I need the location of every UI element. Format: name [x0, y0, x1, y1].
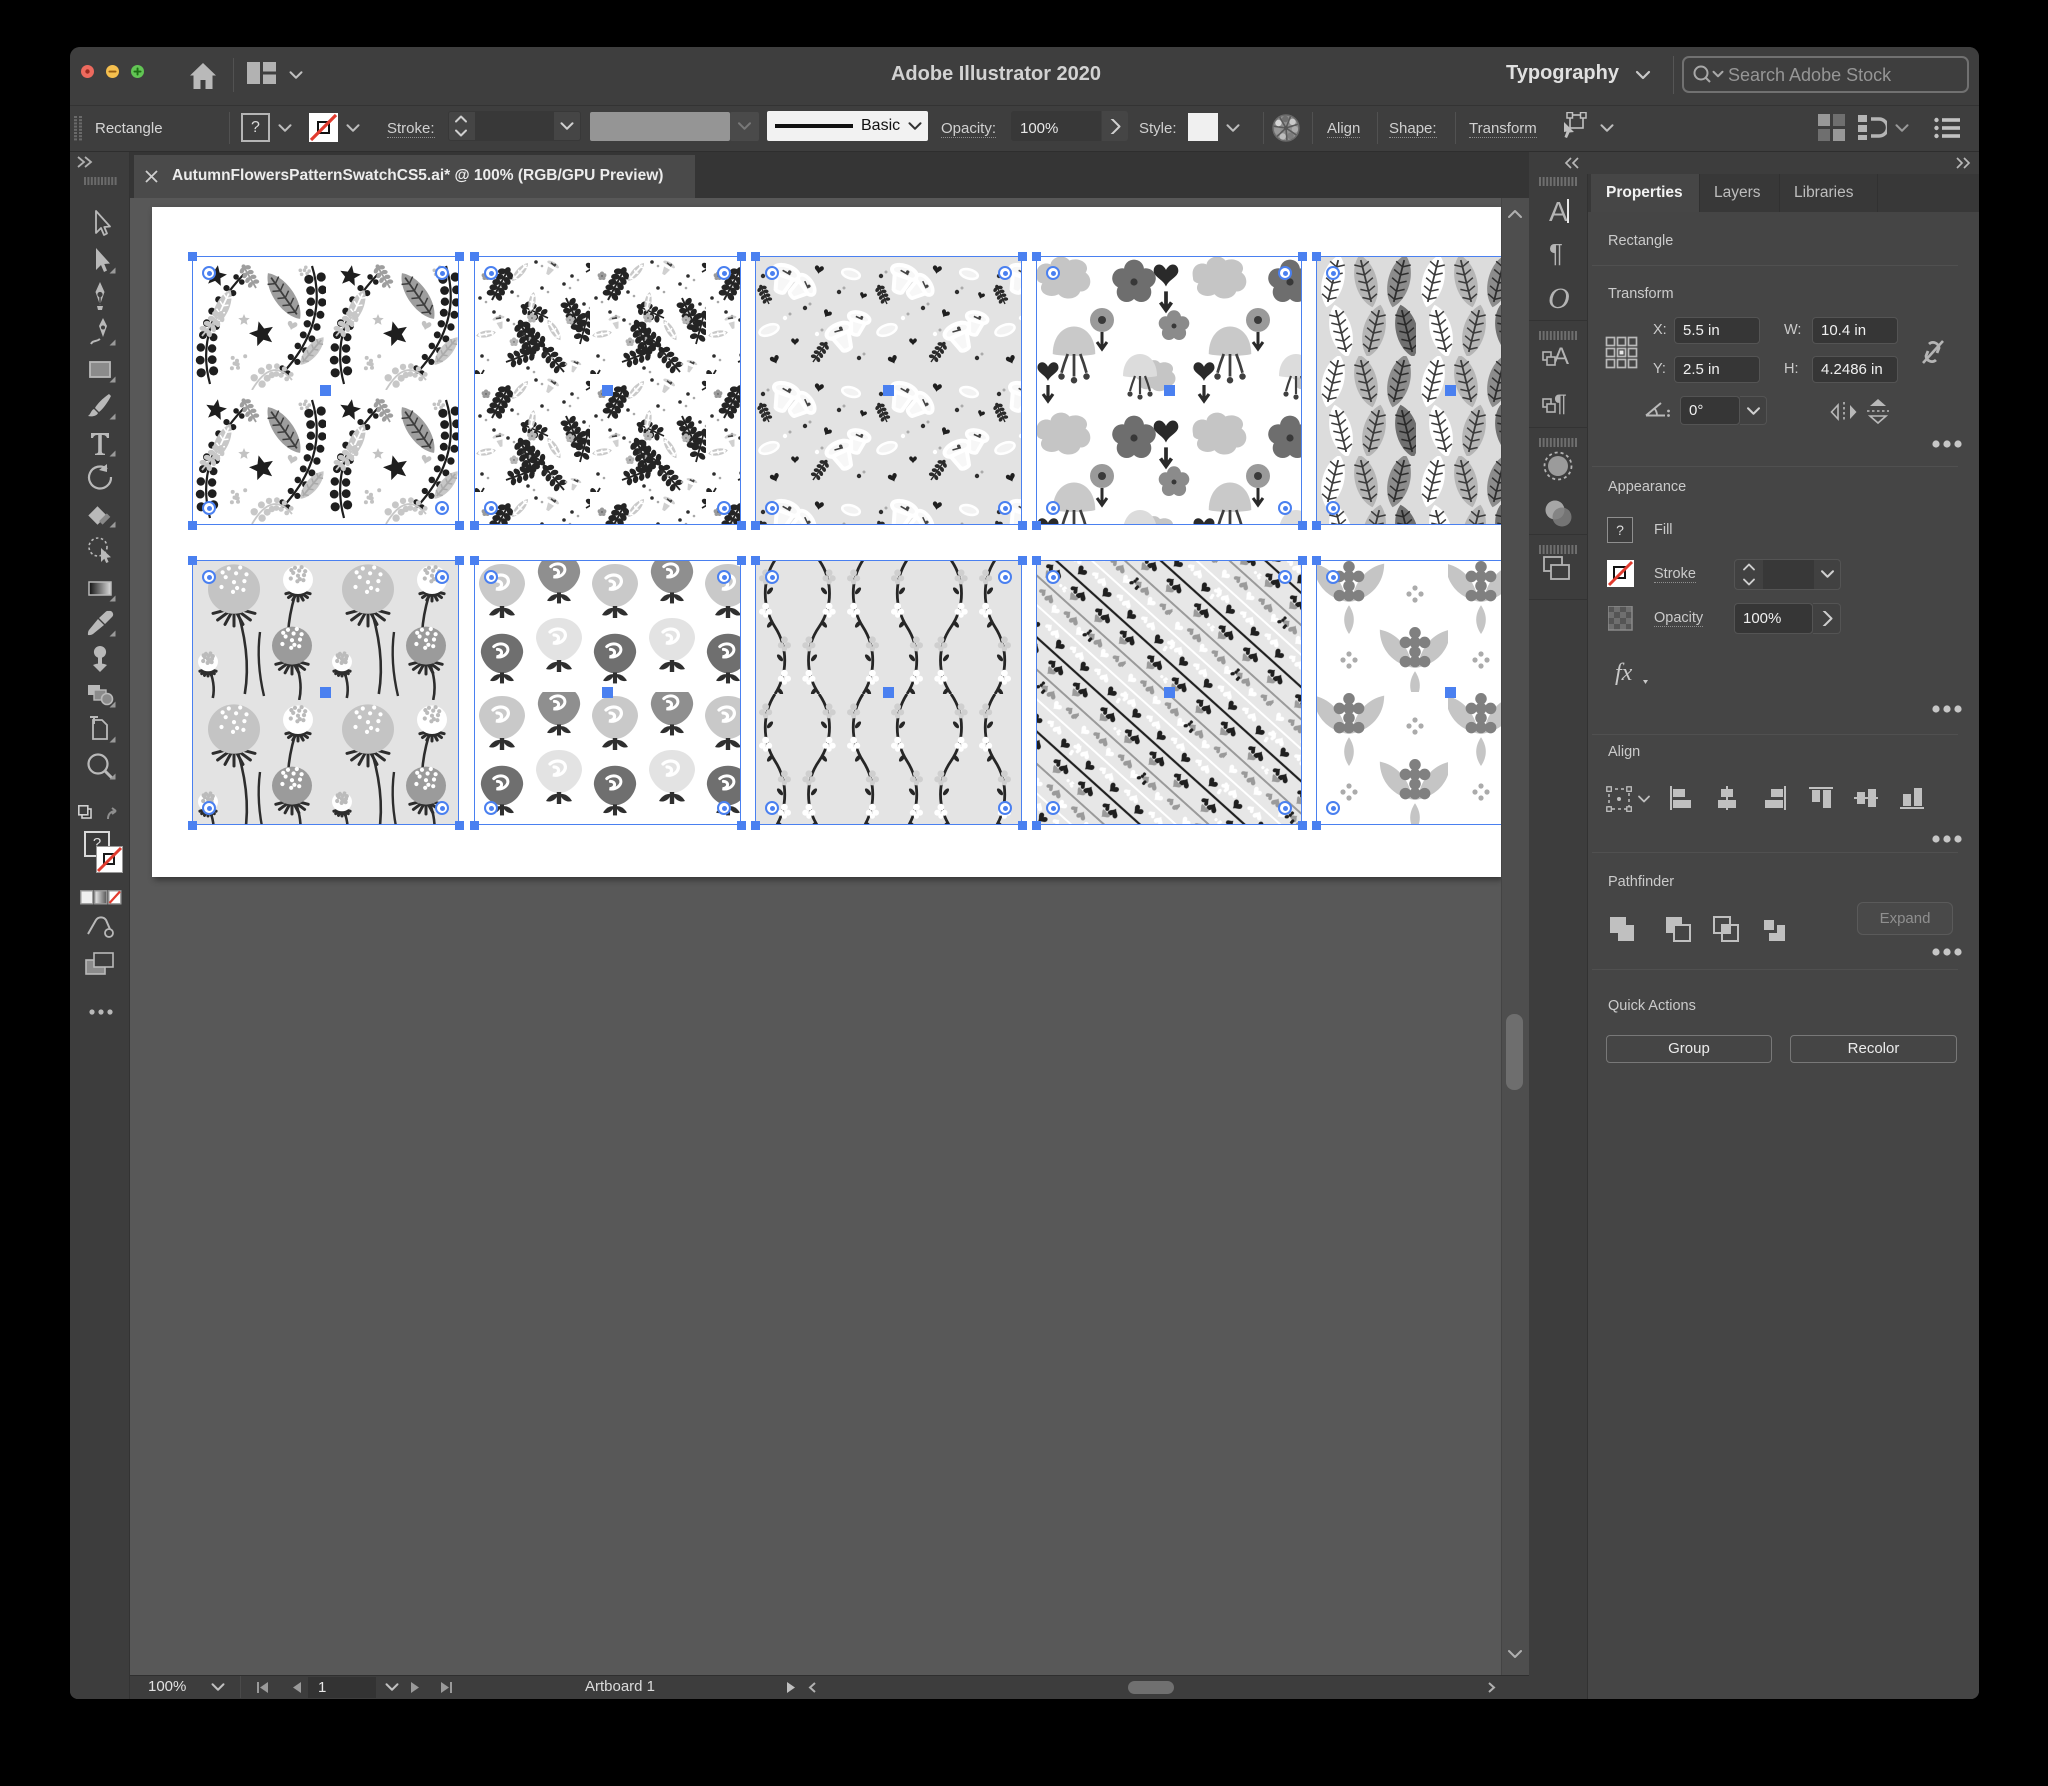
svg-text:fx: fx	[1615, 660, 1633, 686]
svg-text:¶: ¶	[1554, 390, 1567, 417]
svg-text:¶: ¶	[1549, 238, 1563, 268]
svg-text:A: A	[1549, 196, 1568, 227]
svg-text:O: O	[1548, 282, 1570, 315]
